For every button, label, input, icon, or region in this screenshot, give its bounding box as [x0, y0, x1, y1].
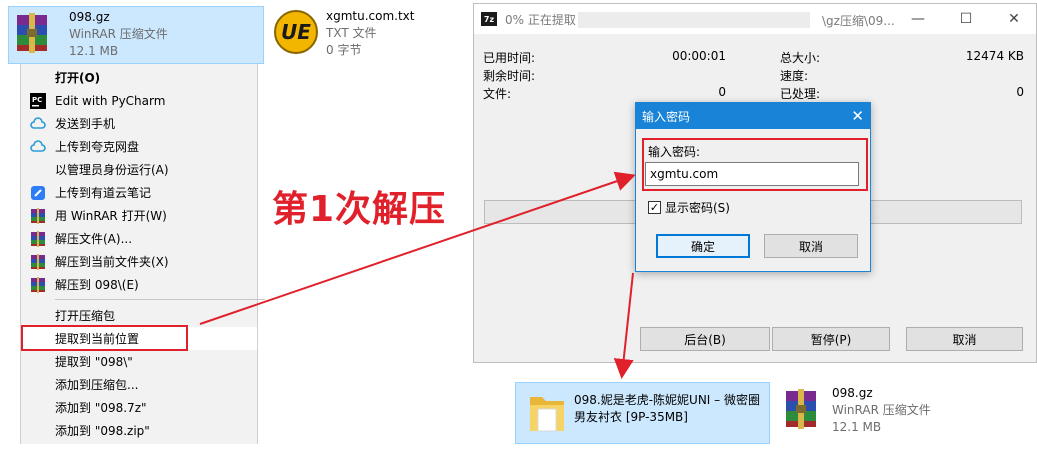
menu-item-label: 解压文件(A)...: [55, 232, 133, 246]
winrar-archive-icon: [17, 13, 47, 53]
menu-item-label: 添加到 "098.zip": [55, 424, 150, 438]
file-name: xgmtu.com.txt: [326, 9, 415, 23]
7zip-icon: 7z: [481, 12, 497, 26]
file-tile-txt[interactable]: UE xgmtu.com.txt TXT 文件 0 字节: [268, 6, 468, 64]
menu-item-extract-here[interactable]: 解压到当前文件夹(X): [21, 250, 257, 273]
ok-button[interactable]: 确定: [656, 234, 750, 258]
menu-item-add-to-archive[interactable]: 添加到压缩包...: [21, 373, 257, 396]
winrar-icon: [31, 230, 45, 247]
background-button[interactable]: 后台(B): [640, 327, 770, 351]
dialog-title: 输入密码: [642, 109, 691, 124]
winrar-icon: [31, 276, 45, 293]
youdao-note-icon: [31, 185, 45, 200]
menu-item-add-7z[interactable]: 添加到 "098.7z": [21, 396, 257, 419]
context-menu: 打开(O) PC Edit with PyCharm 发送到手机 上传到夸克网盘…: [20, 64, 265, 444]
maximize-button[interactable]: ☐: [946, 4, 986, 34]
pycharm-icon: PC: [30, 92, 46, 109]
menu-item-label: 解压到当前文件夹(X): [55, 255, 169, 269]
file-type: WinRAR 压缩文件: [832, 403, 931, 417]
file-size: 12.1 MB: [69, 44, 119, 58]
winrar-icon: [31, 207, 45, 224]
ultraedit-icon: UE: [274, 10, 318, 54]
menu-item-open-archive[interactable]: 打开压缩包: [21, 304, 257, 327]
menu-item-label: 以管理员身份运行(A): [55, 163, 169, 177]
menu-item-label: 打开(O): [55, 71, 101, 85]
result-folder-tile[interactable]: 098.妮是老虎-陈妮妮UNI – 微密圈男友衬衣 [9P-35MB]: [515, 382, 770, 444]
winrar-archive-icon: [786, 389, 816, 429]
minimize-button[interactable]: —: [898, 4, 938, 34]
file-name: 098.gz: [69, 10, 110, 24]
menu-item-label: 上传到有道云笔记: [55, 186, 152, 200]
show-password-checkbox[interactable]: ✓ 显示密码(S): [648, 199, 730, 216]
file-type: TXT 文件: [326, 26, 377, 40]
menu-item-label: 用 WinRAR 打开(W): [55, 209, 167, 223]
menu-item-label: Edit with PyCharm: [55, 93, 166, 108]
annotation-text: 第1次解压: [272, 189, 447, 230]
file-name: 098.gz: [832, 386, 873, 400]
file-size: 0 字节: [326, 43, 362, 57]
elapsed-label: 已用时间:: [483, 51, 536, 65]
menu-item-label: 提取到 "098\": [55, 355, 133, 369]
cloud-icon: [30, 116, 46, 129]
menu-item-extract-to-098[interactable]: 解压到 098\(E): [21, 273, 257, 296]
menu-item-open-winrar[interactable]: 用 WinRAR 打开(W): [21, 204, 257, 227]
window-title-path: \gz压缩\09...: [822, 14, 895, 28]
window-title: 0% 正在提取: [505, 12, 576, 27]
highlight-box-menu: [21, 325, 188, 351]
menu-item-pycharm[interactable]: PC Edit with PyCharm: [21, 89, 257, 112]
processed-value: 0: [1016, 85, 1024, 99]
menu-item-send-to-phone[interactable]: 发送到手机: [21, 112, 257, 135]
close-icon[interactable]: ✕: [851, 107, 864, 125]
total-size-value: 12474 KB: [965, 49, 1024, 63]
menu-item-label: 打开压缩包: [55, 309, 116, 323]
pause-button[interactable]: 暂停(P): [772, 327, 890, 351]
show-password-label: 显示密码(S): [665, 201, 730, 215]
menu-item-extract-to-folder[interactable]: 提取到 "098\": [21, 350, 257, 373]
file-tile-098-gz[interactable]: 098.gz WinRAR 压缩文件 12.1 MB: [8, 6, 264, 64]
svg-text:PC: PC: [32, 96, 42, 104]
file-size: 12.1 MB: [832, 420, 882, 434]
speed-label: 速度:: [780, 69, 809, 83]
cancel-button[interactable]: 取消: [764, 234, 858, 258]
menu-item-label: 添加到压缩包...: [55, 378, 139, 392]
svg-text:UE: UE: [281, 20, 311, 44]
checkbox-check-icon: ✓: [648, 201, 661, 214]
menu-item-add-zip[interactable]: 添加到 "098.zip": [21, 419, 257, 442]
file-type: WinRAR 压缩文件: [69, 27, 168, 41]
dialog-titlebar: 输入密码 ✕: [636, 103, 870, 129]
menu-item-label: 发送到手机: [55, 117, 116, 131]
title-redacted: [578, 12, 810, 28]
files-value: 0: [718, 85, 726, 99]
menu-item-upload-quark[interactable]: 上传到夸克网盘: [21, 135, 257, 158]
folder-name: 098.妮是老虎-陈妮妮UNI – 微密圈男友衬衣 [9P-35MB]: [574, 393, 760, 424]
close-button[interactable]: ✕: [994, 4, 1034, 34]
remaining-label: 剩余时间:: [483, 69, 536, 83]
winrar-icon: [31, 253, 45, 270]
menu-item-extract-files[interactable]: 解压文件(A)...: [21, 227, 257, 250]
menu-item-run-as-admin[interactable]: 以管理员身份运行(A): [21, 158, 257, 181]
result-gz-tile[interactable]: 098.gz WinRAR 压缩文件 12.1 MB: [782, 385, 982, 443]
window-titlebar: 7z 0% 正在提取 \gz压缩\09... — ☐ ✕: [474, 4, 1036, 34]
menu-item-label: 上传到夸克网盘: [55, 140, 140, 154]
processed-label: 已处理:: [780, 87, 821, 101]
folder-icon: [530, 397, 564, 432]
cancel-button[interactable]: 取消: [906, 327, 1023, 351]
files-label: 文件:: [483, 87, 512, 101]
highlight-box-password: [642, 138, 868, 191]
elapsed-value: 00:00:01: [672, 49, 726, 63]
cloud-icon: [30, 139, 46, 152]
menu-item-label: 添加到 "098.7z": [55, 401, 147, 415]
menu-item-open[interactable]: 打开(O): [21, 66, 257, 89]
total-size-label: 总大小:: [780, 51, 821, 65]
menu-item-label: 解压到 098\(E): [55, 278, 139, 292]
menu-item-youdao[interactable]: 上传到有道云笔记: [21, 181, 257, 204]
menu-separator: [55, 299, 265, 300]
